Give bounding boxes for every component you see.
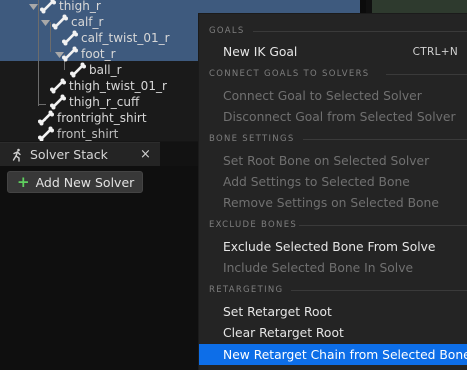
bone-label: front_shirt bbox=[57, 127, 119, 141]
bone-icon bbox=[62, 46, 78, 62]
tree-row-calf-twist[interactable]: calf_twist_01_r bbox=[62, 30, 170, 46]
bone-label: ball_r bbox=[89, 63, 122, 77]
shortcut-label: CTRL+N bbox=[412, 45, 458, 58]
plus-icon: + bbox=[17, 173, 30, 191]
menu-item-exclude-bone[interactable]: Exclude Selected Bone From Solve bbox=[199, 236, 467, 257]
menu-item-include-bone[interactable]: Include Selected Bone In Solve bbox=[199, 257, 467, 278]
bone-icon bbox=[50, 94, 66, 110]
tree-row-thigh-r[interactable]: thigh_r bbox=[40, 0, 101, 14]
section-header-retargeting: RETARGETING bbox=[209, 285, 284, 295]
tab-solver-stack[interactable]: Solver Stack × bbox=[0, 142, 160, 166]
menu-item-set-root-bone[interactable]: Set Root Bone on Selected Solver bbox=[199, 150, 467, 171]
bone-label: calf_r bbox=[71, 15, 104, 29]
ik-rig-editor: thigh_r calf_r calf_twist_01_r foot_r ba… bbox=[0, 0, 467, 370]
tree-row-ball-r[interactable]: ball_r bbox=[70, 62, 122, 78]
tab-bar-background bbox=[160, 142, 200, 166]
menu-item-remove-settings[interactable]: Remove Settings on Selected Bone bbox=[199, 192, 467, 213]
running-figure-icon bbox=[12, 148, 21, 162]
close-icon[interactable]: × bbox=[140, 147, 151, 162]
menu-item-new-ik-goal[interactable]: New IK Goal CTRL+N bbox=[199, 41, 467, 62]
add-new-solver-label: Add New Solver bbox=[35, 174, 135, 190]
menu-item-disconnect-goal[interactable]: Disconnect Goal from Selected Solver bbox=[199, 106, 467, 127]
bone-icon bbox=[62, 30, 78, 46]
section-header-exclude: EXCLUDE BONES bbox=[209, 220, 298, 230]
bone-icon bbox=[52, 14, 68, 30]
bone-label: frontright_shirt bbox=[57, 111, 147, 125]
section-header-connect: CONNECT GOALS TO SOLVERS bbox=[209, 69, 370, 79]
menu-item-clear-retarget-root[interactable]: Clear Retarget Root bbox=[199, 322, 467, 343]
section-header-bone-settings: BONE SETTINGS bbox=[209, 134, 295, 144]
section-divider bbox=[386, 74, 467, 75]
bone-label: thigh_r_cuff bbox=[69, 95, 140, 109]
bone-icon bbox=[40, 0, 56, 14]
tree-row-foot-r[interactable]: foot_r bbox=[62, 46, 116, 62]
tree-row-front-shirt[interactable]: front_shirt bbox=[38, 126, 118, 141]
bone-label: thigh_r bbox=[59, 0, 101, 13]
tree-guide-line bbox=[38, 0, 39, 106]
tree-row-thigh-twist[interactable]: thigh_twist_01_r bbox=[50, 78, 167, 94]
menu-item-new-retarget-chain[interactable]: New Retarget Chain from Selected Bones bbox=[199, 344, 467, 365]
menu-item-add-settings[interactable]: Add Settings to Selected Bone bbox=[199, 171, 467, 192]
section-divider bbox=[299, 225, 467, 226]
bone-label: thigh_twist_01_r bbox=[69, 79, 167, 93]
section-header-goals: GOALS bbox=[209, 26, 245, 36]
context-menu: GOALS New IK Goal CTRL+N CONNECT GOALS T… bbox=[198, 13, 467, 370]
add-new-solver-button[interactable]: + Add New Solver bbox=[7, 171, 143, 193]
tab-title: Solver Stack bbox=[30, 147, 108, 162]
tree-row-frontright-shirt[interactable]: frontright_shirt bbox=[38, 110, 147, 126]
bone-icon bbox=[38, 126, 54, 141]
bone-icon bbox=[50, 78, 66, 94]
menu-item-connect-goal[interactable]: Connect Goal to Selected Solver bbox=[199, 85, 467, 106]
section-divider bbox=[253, 31, 467, 32]
tree-row-calf-r[interactable]: calf_r bbox=[52, 14, 103, 30]
bone-label: calf_twist_01_r bbox=[81, 31, 170, 45]
tree-row-thigh-cuff[interactable]: thigh_r_cuff bbox=[50, 94, 139, 110]
expand-arrow-icon[interactable] bbox=[41, 20, 50, 27]
menu-item-set-retarget-root[interactable]: Set Retarget Root bbox=[199, 301, 467, 322]
bone-icon bbox=[38, 110, 54, 126]
bone-label: foot_r bbox=[81, 47, 116, 61]
bone-icon bbox=[70, 62, 86, 78]
section-divider bbox=[291, 290, 467, 291]
section-divider bbox=[303, 139, 467, 140]
tree-guide-line bbox=[50, 22, 51, 52]
expand-arrow-icon[interactable] bbox=[29, 4, 38, 11]
menu-item-label: New IK Goal bbox=[223, 44, 298, 59]
solver-stack-body bbox=[0, 166, 200, 370]
viewport-preview bbox=[372, 0, 467, 13]
tree-guide-line bbox=[38, 104, 46, 105]
